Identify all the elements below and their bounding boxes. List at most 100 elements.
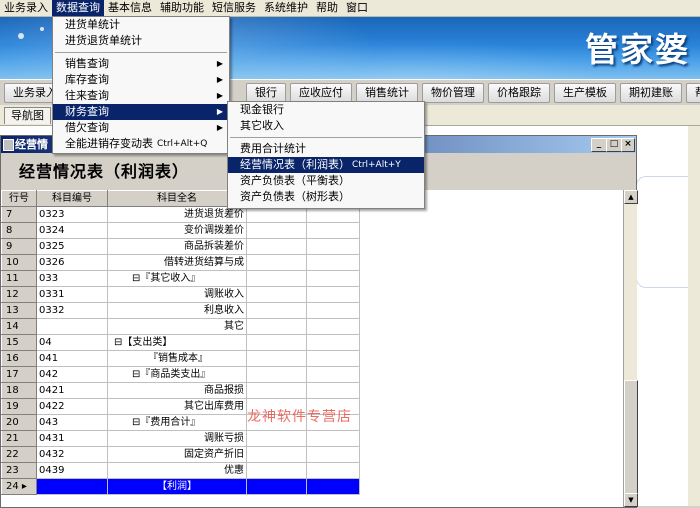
table-row[interactable]: 11 033 ⊟『其它收入』: [1, 270, 360, 287]
table-row[interactable]: 16 041 『销售成本』: [1, 350, 360, 367]
menu-item-sales-query[interactable]: 销售查询 ▶: [53, 56, 229, 72]
blank-cell[interactable]: [246, 222, 307, 239]
blank-cell[interactable]: [306, 366, 360, 383]
row-number[interactable]: 8: [1, 222, 37, 239]
blank-cell[interactable]: [306, 382, 360, 399]
table-row[interactable]: 22 0432 固定资产折旧: [1, 446, 360, 463]
row-number[interactable]: 17: [1, 366, 37, 383]
account-name-cell[interactable]: 调账亏损: [107, 430, 247, 447]
table-row[interactable]: 17 042 ⊟『商品类支出』: [1, 366, 360, 383]
account-code-cell[interactable]: 04: [36, 334, 108, 351]
row-number[interactable]: 20: [1, 414, 37, 431]
close-button[interactable]: ×: [621, 138, 635, 152]
account-name-cell[interactable]: 商品拆装差价: [107, 238, 247, 255]
row-number[interactable]: 7: [1, 206, 37, 223]
toolbar-bank[interactable]: 银行: [246, 83, 286, 103]
blank-cell[interactable]: [306, 350, 360, 367]
grid-scrollbar[interactable]: ▲ ▼: [623, 190, 638, 507]
menu-item-balance-sheet[interactable]: 资产负债表（平衡表）: [228, 173, 424, 189]
blank-cell[interactable]: [306, 462, 360, 479]
blank-cell[interactable]: [306, 222, 360, 239]
blank-cell[interactable]: [246, 238, 307, 255]
account-name-cell[interactable]: 固定资产折旧: [107, 446, 247, 463]
blank-cell[interactable]: [246, 478, 307, 495]
table-row[interactable]: 24 ▸ 【利润】: [1, 478, 360, 495]
menu-item-inventory-change-table[interactable]: 全能进销存变动表 Ctrl+Alt+Q: [53, 136, 229, 152]
table-row[interactable]: 14 其它: [1, 318, 360, 335]
table-row[interactable]: 10 0326 借转进货结算与成: [1, 254, 360, 271]
menu-item-other-income[interactable]: 其它收入: [228, 118, 424, 134]
account-code-cell[interactable]: 043: [36, 414, 108, 431]
blank-cell[interactable]: [246, 318, 307, 335]
blank-cell[interactable]: [306, 238, 360, 255]
menu-business-entry[interactable]: 业务录入: [0, 0, 52, 16]
account-name-cell[interactable]: ⊟『费用合计』: [107, 414, 247, 431]
menu-item-cash-bank[interactable]: 现金银行: [228, 102, 424, 118]
table-row[interactable]: 9 0325 商品拆装差价: [1, 238, 360, 255]
menu-item-purchase-return-stats[interactable]: 进货退货单统计: [53, 33, 229, 49]
blank-cell[interactable]: [306, 254, 360, 271]
menu-window[interactable]: 窗口: [342, 0, 372, 16]
account-code-cell[interactable]: 0323: [36, 206, 108, 223]
row-number[interactable]: 11: [1, 270, 37, 287]
account-name-cell[interactable]: 其它: [107, 318, 247, 335]
account-code-cell[interactable]: 0439: [36, 462, 108, 479]
toolbar-production-template[interactable]: 生产模板: [554, 83, 616, 103]
row-number[interactable]: 19: [1, 398, 37, 415]
menu-system-maintenance[interactable]: 系统维护: [260, 0, 312, 16]
minimize-button[interactable]: _: [591, 138, 607, 152]
blank-cell[interactable]: [306, 286, 360, 303]
toolbar-receivable-payable[interactable]: 应收应付: [290, 83, 352, 103]
toolbar-help[interactable]: 帮: [686, 83, 700, 103]
menu-item-account-query[interactable]: 往来查询 ▶: [53, 88, 229, 104]
blank-cell[interactable]: [246, 270, 307, 287]
column-header-account-code[interactable]: 科目编号: [36, 190, 108, 207]
toolbar-opening-setup[interactable]: 期初建账: [620, 83, 682, 103]
account-name-cell[interactable]: 优惠: [107, 462, 247, 479]
table-row[interactable]: 15 04 ⊟【支出类】: [1, 334, 360, 351]
blank-cell[interactable]: [246, 286, 307, 303]
account-code-cell[interactable]: 0422: [36, 398, 108, 415]
blank-cell[interactable]: [246, 430, 307, 447]
menu-item-expense-stats[interactable]: 费用合计统计: [228, 141, 424, 157]
menu-item-purchase-stats[interactable]: 进货单统计: [53, 17, 229, 33]
blank-cell[interactable]: [306, 478, 360, 495]
menu-sms-service[interactable]: 短信服务: [208, 0, 260, 16]
blank-cell[interactable]: [246, 254, 307, 271]
menu-help[interactable]: 帮助: [312, 0, 342, 16]
blank-cell[interactable]: [246, 350, 307, 367]
account-code-cell[interactable]: 0431: [36, 430, 108, 447]
scroll-up-arrow-icon[interactable]: ▲: [624, 190, 638, 204]
account-code-cell[interactable]: [36, 318, 108, 335]
menu-item-profit-statement[interactable]: 经营情况表（利润表） Ctrl+Alt+Y: [228, 157, 424, 173]
account-name-cell[interactable]: ⊟『其它收入』: [107, 270, 247, 287]
row-number[interactable]: 24 ▸: [1, 478, 37, 495]
account-name-cell[interactable]: 变价调拨差价: [107, 222, 247, 239]
blank-cell[interactable]: [246, 462, 307, 479]
toolbar-sales-stats[interactable]: 销售统计: [356, 83, 418, 103]
scroll-thumb[interactable]: [624, 380, 638, 494]
account-name-cell[interactable]: ⊟『商品类支出』: [107, 366, 247, 383]
menu-aux-functions[interactable]: 辅助功能: [156, 0, 208, 16]
account-name-cell[interactable]: 其它出库费用: [107, 398, 247, 415]
row-number[interactable]: 12: [1, 286, 37, 303]
table-row[interactable]: 8 0324 变价调拨差价: [1, 222, 360, 239]
blank-cell[interactable]: [306, 430, 360, 447]
account-name-cell[interactable]: 『销售成本』: [107, 350, 247, 367]
row-number[interactable]: 16: [1, 350, 37, 367]
blank-cell[interactable]: [246, 302, 307, 319]
blank-cell[interactable]: [246, 334, 307, 351]
table-row[interactable]: 13 0332 利息收入: [1, 302, 360, 319]
scroll-down-arrow-icon[interactable]: ▼: [624, 493, 638, 507]
menu-data-query[interactable]: 数据查询: [52, 0, 104, 16]
row-number[interactable]: 21: [1, 430, 37, 447]
blank-cell[interactable]: [306, 446, 360, 463]
account-code-cell[interactable]: 0332: [36, 302, 108, 319]
row-number[interactable]: 10: [1, 254, 37, 271]
maximize-button[interactable]: □: [606, 138, 622, 152]
menu-item-debt-query[interactable]: 借欠查询 ▶: [53, 120, 229, 136]
row-number[interactable]: 18: [1, 382, 37, 399]
blank-cell[interactable]: [246, 446, 307, 463]
blank-cell[interactable]: [306, 318, 360, 335]
table-row[interactable]: 21 0431 调账亏损: [1, 430, 360, 447]
